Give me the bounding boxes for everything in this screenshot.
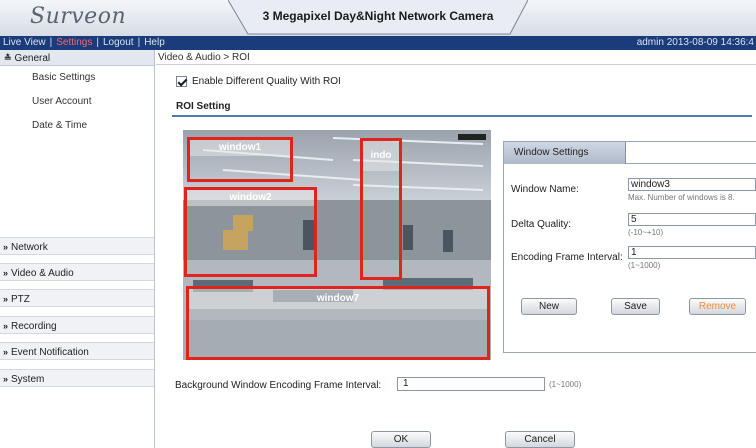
nav-separator: | bbox=[137, 37, 141, 48]
section-title: ROI Setting bbox=[176, 101, 231, 112]
sidebar-item-user-account[interactable]: User Account bbox=[0, 90, 154, 114]
roi-window-label: window7 bbox=[189, 289, 487, 309]
chevron-right-icon: » bbox=[3, 294, 9, 304]
nav-help[interactable]: Help bbox=[144, 37, 165, 48]
breadcrumb-divider bbox=[156, 64, 756, 65]
sidebar: ≛ General Basic Settings User Account Dat… bbox=[0, 50, 155, 448]
tab-window-settings[interactable]: Window Settings bbox=[504, 142, 626, 164]
app-header: Surveon 3 Megapixel Day&Night Network Ca… bbox=[0, 0, 756, 36]
nav-separator: | bbox=[49, 37, 53, 48]
roi-window-1[interactable]: window1 bbox=[187, 137, 293, 182]
sidebar-item-system[interactable]: » System bbox=[0, 369, 154, 387]
top-nav-bar: Live View | Settings | Logout | Help admin 201… bbox=[0, 36, 756, 50]
sidebar-general-label: General bbox=[14, 53, 51, 64]
title-tab: 3 Megapixel Day&Night Network Camera bbox=[228, 0, 528, 35]
encoding-interval-hint: (1~1000) bbox=[628, 261, 661, 270]
sidebar-item-label: Event Notification bbox=[11, 347, 89, 358]
enable-roi-label: Enable Different Quality With ROI bbox=[192, 76, 341, 87]
background-interval-input[interactable]: 1 bbox=[397, 377, 545, 391]
chevron-right-icon: » bbox=[3, 374, 9, 384]
sidebar-item-label: Network bbox=[11, 242, 48, 253]
sidebar-item-event-notification[interactable]: » Event Notification bbox=[0, 342, 154, 360]
breadcrumb: Video & Audio > ROI bbox=[158, 52, 250, 63]
sidebar-item-label: Video & Audio bbox=[11, 268, 74, 279]
window-name-label: Window Name: bbox=[511, 184, 579, 195]
sidebar-item-label: System bbox=[11, 374, 45, 385]
new-button[interactable]: New bbox=[521, 298, 577, 315]
chevron-right-icon: » bbox=[3, 347, 9, 357]
sidebar-item-ptz[interactable]: » PTZ bbox=[0, 289, 154, 307]
sidebar-item-label: Recording bbox=[11, 321, 57, 332]
ok-button[interactable]: OK bbox=[371, 431, 431, 448]
window-settings-tabbar: Window Settings bbox=[504, 142, 756, 164]
camera-preview[interactable]: window1 window2 indo window7 bbox=[183, 130, 491, 360]
roi-window-3[interactable]: indo bbox=[360, 138, 402, 280]
user-datetime: admin 2013-08-09 14:36:4 bbox=[636, 37, 754, 48]
chevron-right-icon: » bbox=[3, 321, 9, 331]
sidebar-general-header[interactable]: ≛ General bbox=[0, 50, 154, 66]
cancel-button[interactable]: Cancel bbox=[505, 431, 575, 448]
nav-settings[interactable]: Settings bbox=[56, 37, 92, 48]
remove-button[interactable]: Remove bbox=[689, 298, 746, 315]
save-button[interactable]: Save bbox=[611, 298, 660, 315]
encoding-interval-input[interactable]: 1 bbox=[628, 246, 756, 259]
roi-window-7[interactable]: window7 bbox=[186, 286, 490, 360]
sidebar-item-recording[interactable]: » Recording bbox=[0, 316, 154, 334]
nav-live-view[interactable]: Live View bbox=[3, 37, 46, 48]
window-name-input[interactable]: window3 bbox=[628, 178, 756, 191]
roi-window-label: window2 bbox=[187, 190, 314, 206]
enable-roi-option[interactable]: Enable Different Quality With ROI bbox=[176, 76, 341, 87]
surveon-logo: Surveon bbox=[30, 4, 127, 29]
sidebar-item-video-audio[interactable]: » Video & Audio bbox=[0, 263, 154, 281]
section-divider bbox=[172, 115, 752, 117]
nav-separator: | bbox=[96, 37, 99, 48]
roi-window-label: window1 bbox=[190, 140, 290, 156]
sidebar-item-network[interactable]: » Network bbox=[0, 237, 154, 255]
chevron-right-icon: » bbox=[3, 268, 9, 278]
delta-quality-input[interactable]: 5 bbox=[628, 213, 756, 226]
enable-roi-checkbox[interactable] bbox=[176, 76, 187, 87]
chevron-right-icon: » bbox=[3, 242, 9, 252]
page-title: 3 Megapixel Day&Night Network Camera bbox=[262, 9, 494, 23]
sidebar-item-basic-settings[interactable]: Basic Settings bbox=[0, 66, 154, 90]
background-interval-hint: (1~1000) bbox=[549, 380, 582, 389]
sidebar-item-label: PTZ bbox=[11, 294, 30, 305]
nav-logout[interactable]: Logout bbox=[103, 37, 134, 48]
encoding-interval-label: Encoding Frame Interval: bbox=[511, 252, 623, 263]
sidebar-item-date-time[interactable]: Date & Time bbox=[0, 114, 154, 138]
delta-quality-hint: (-10~+10) bbox=[628, 228, 664, 237]
roi-window-2[interactable]: window2 bbox=[184, 187, 317, 277]
delta-quality-label: Delta Quality: bbox=[511, 219, 572, 230]
roi-window-label: indo bbox=[363, 141, 399, 171]
window-settings-panel: Window Settings Window Name: window3 Max… bbox=[503, 141, 756, 353]
background-interval-label: Background Window Encoding Frame Interva… bbox=[175, 380, 382, 391]
window-name-hint: Max. Number of windows is 8. bbox=[628, 193, 735, 202]
chevron-down-icon: ≛ bbox=[4, 53, 12, 63]
